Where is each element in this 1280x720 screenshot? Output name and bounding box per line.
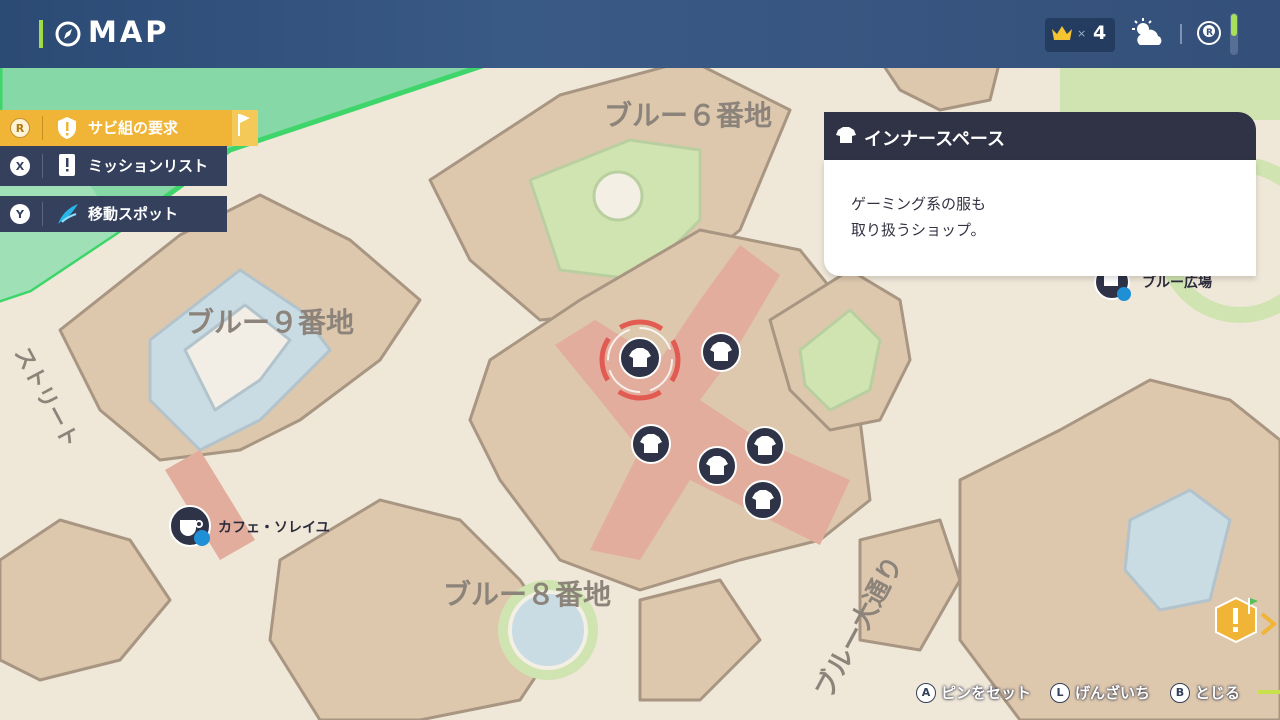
header-accent [39,20,43,48]
menu-travel-spots[interactable]: Y 移動スポット [0,196,227,232]
header-divider [1180,24,1182,44]
zoom-handle[interactable] [1231,14,1237,36]
b-button-icon: B [1170,682,1190,703]
shop-marker[interactable] [697,446,737,486]
shop-marker[interactable] [701,332,741,372]
flag-icon [232,110,258,146]
shop-marker[interactable] [631,424,671,464]
district-label-8: ブルー８番地 [443,578,611,611]
town-map[interactable]: ブルー６番地 ブルー９番地 ブルー８番地 ブルー大通り ストリート カフェ・ソレ… [0,0,1280,720]
a-button-icon: A [916,682,936,703]
district-label-9: ブルー９番地 [186,306,354,339]
hint-label: とじる [1195,684,1241,702]
exclamation-shield-icon [58,117,76,139]
menu-mission-list[interactable]: X ミッションリスト [0,146,227,186]
menu-sabi-request[interactable]: R サビ組の要求 [0,110,258,153]
crown-times: × [1077,27,1087,40]
menu-label: ミッションリスト [88,157,209,175]
district-label-6: ブルー６番地 [604,99,772,132]
menu-label: サビ組の要求 [88,119,179,137]
cafe-label: カフェ・ソレイユ [218,520,330,536]
card-description: ゲーミング系の服も 取り扱うショップ。 [851,191,986,243]
header-bar: MAP × 4 R [0,0,1280,68]
menu-divider [42,116,43,140]
x-button-icon: X [10,156,30,176]
menu-label: 移動スポット [88,205,179,223]
crown-icon [1052,26,1072,40]
shop-marker[interactable] [743,480,783,520]
r-button-icon: R [10,118,30,138]
card-header: インナースペース [824,112,1256,160]
l-stick-icon: L [1050,682,1070,703]
wing-icon [58,204,78,224]
hint-current-location[interactable]: L げんざいち [1050,682,1150,703]
bottom-accent-bar [1258,690,1280,694]
plaza-icon [1104,276,1118,286]
r-stick-icon: R [1197,21,1221,45]
svg-text:R: R [1206,28,1213,38]
crown-counter: × 4 [1045,18,1115,52]
hint-label: げんざいち [1075,684,1151,702]
plaza-label: ブルー広場 [1142,274,1212,291]
partly-cloudy-icon [1132,18,1162,45]
menu-divider [42,154,43,178]
compass-icon [55,21,81,47]
shop-info-card: インナースペース ゲーミング系の服も 取り扱うショップ。 [824,112,1256,276]
card-body: ゲーミング系の服も 取り扱うショップ。 [824,160,1256,276]
shirt-icon [836,127,856,143]
mission-list-icon [59,154,75,176]
page-title: MAP [88,15,170,49]
hint-close[interactable]: B とじる [1170,682,1240,703]
hint-set-pin[interactable]: A ピンをセット [916,682,1031,703]
menu-divider [42,202,43,226]
card-title: インナースペース [864,129,1005,150]
hint-label: ピンをセット [941,684,1032,702]
crown-count: 4 [1093,22,1107,44]
description-line: 取り扱うショップ。 [851,221,986,239]
shop-marker[interactable] [745,426,785,466]
description-line: ゲーミング系の服も [851,195,987,213]
offscreen-request-marker[interactable] [1212,596,1280,652]
y-button-icon: Y [10,204,30,224]
